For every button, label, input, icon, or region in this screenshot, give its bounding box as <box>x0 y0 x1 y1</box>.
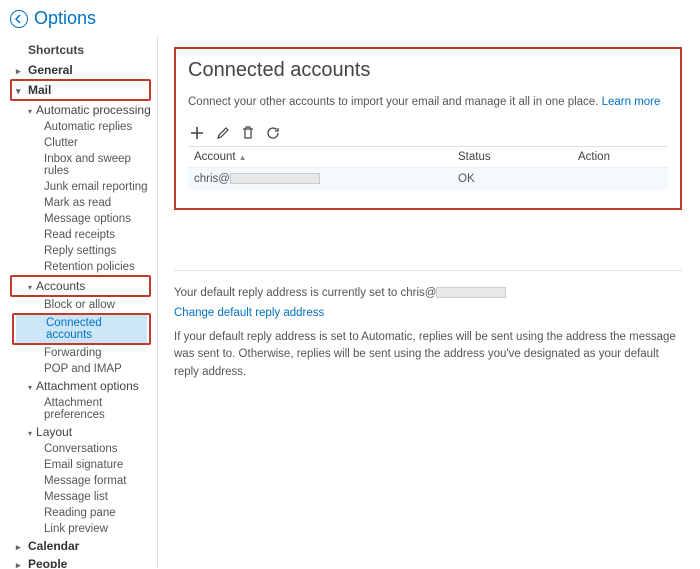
panel-description: Connect your other accounts to import yo… <box>188 96 668 108</box>
sidebar-item-message-list[interactable]: Message list <box>10 489 157 505</box>
col-action[interactable]: Action <box>572 147 668 168</box>
cell-status: OK <box>452 168 572 191</box>
col-status[interactable]: Status <box>452 147 572 168</box>
page-header: Options <box>0 0 700 35</box>
default-reply-current: Your default reply address is currently … <box>174 287 682 299</box>
connected-accounts-panel: Connected accounts Connect your other ac… <box>174 47 682 210</box>
sidebar-item-mark-read[interactable]: Mark as read <box>10 195 157 211</box>
sidebar-item-conversations[interactable]: Conversations <box>10 441 157 457</box>
sidebar-item-read-receipts[interactable]: Read receipts <box>10 227 157 243</box>
highlight-accounts: Accounts <box>10 275 151 297</box>
accounts-table: Account▲ Status Action chris@ OK <box>188 146 668 190</box>
sidebar-item-inbox-rules[interactable]: Inbox and sweep rules <box>10 151 157 179</box>
sidebar-attachment-options[interactable]: Attachment options <box>10 377 157 395</box>
sidebar-layout[interactable]: Layout <box>10 423 157 441</box>
panel-description-text: Connect your other accounts to import yo… <box>188 96 602 108</box>
redacted-address <box>436 287 506 298</box>
sort-icon: ▲ <box>239 153 247 162</box>
sidebar-item-automatic-replies[interactable]: Automatic replies <box>10 119 157 135</box>
sidebar-calendar[interactable]: Calendar <box>10 537 157 555</box>
cell-action <box>572 168 668 191</box>
sidebar-item-retention[interactable]: Retention policies <box>10 259 157 275</box>
change-reply-link[interactable]: Change default reply address <box>174 307 324 319</box>
delete-icon[interactable] <box>242 126 254 140</box>
sidebar-item-connected-accounts[interactable]: Connected accounts <box>16 315 147 343</box>
edit-icon[interactable] <box>216 126 230 140</box>
sidebar-item-clutter[interactable]: Clutter <box>10 135 157 151</box>
sidebar-item-email-signature[interactable]: Email signature <box>10 457 157 473</box>
page-title: Options <box>34 8 96 29</box>
sidebar-accounts[interactable]: Accounts <box>14 277 147 295</box>
back-button[interactable] <box>10 10 28 28</box>
sidebar: Shortcuts General Mail Automatic process… <box>0 35 158 568</box>
refresh-icon[interactable] <box>266 126 280 140</box>
sidebar-item-pop-imap[interactable]: POP and IMAP <box>10 361 157 377</box>
section-divider <box>174 270 682 271</box>
sidebar-item-link-preview[interactable]: Link preview <box>10 521 157 537</box>
table-row[interactable]: chris@ OK <box>188 168 668 191</box>
sidebar-shortcuts[interactable]: Shortcuts <box>10 41 157 61</box>
default-reply-section: Your default reply address is currently … <box>174 287 682 381</box>
highlight-mail: Mail <box>10 79 151 101</box>
highlight-connected-accounts: Connected accounts <box>12 313 151 345</box>
learn-more-link[interactable]: Learn more <box>602 96 661 108</box>
col-account[interactable]: Account▲ <box>188 147 452 168</box>
sidebar-general[interactable]: General <box>10 61 157 79</box>
redacted-domain <box>230 173 320 184</box>
sidebar-mail[interactable]: Mail <box>14 81 147 99</box>
sidebar-item-reply-settings[interactable]: Reply settings <box>10 243 157 259</box>
sidebar-item-attachment-prefs[interactable]: Attachment preferences <box>10 395 157 423</box>
default-reply-note: If your default reply address is set to … <box>174 329 682 381</box>
sidebar-people[interactable]: People <box>10 555 157 568</box>
add-icon[interactable] <box>190 126 204 140</box>
sidebar-item-junk-reporting[interactable]: Junk email reporting <box>10 179 157 195</box>
main-content: Connected accounts Connect your other ac… <box>158 35 700 568</box>
sidebar-item-block-allow[interactable]: Block or allow <box>10 297 157 313</box>
accounts-toolbar <box>188 122 668 146</box>
panel-title: Connected accounts <box>188 59 668 82</box>
sidebar-item-message-format[interactable]: Message format <box>10 473 157 489</box>
sidebar-item-forwarding[interactable]: Forwarding <box>10 345 157 361</box>
cell-account: chris@ <box>188 168 452 191</box>
sidebar-item-reading-pane[interactable]: Reading pane <box>10 505 157 521</box>
sidebar-auto-processing[interactable]: Automatic processing <box>10 101 157 119</box>
sidebar-item-message-options[interactable]: Message options <box>10 211 157 227</box>
